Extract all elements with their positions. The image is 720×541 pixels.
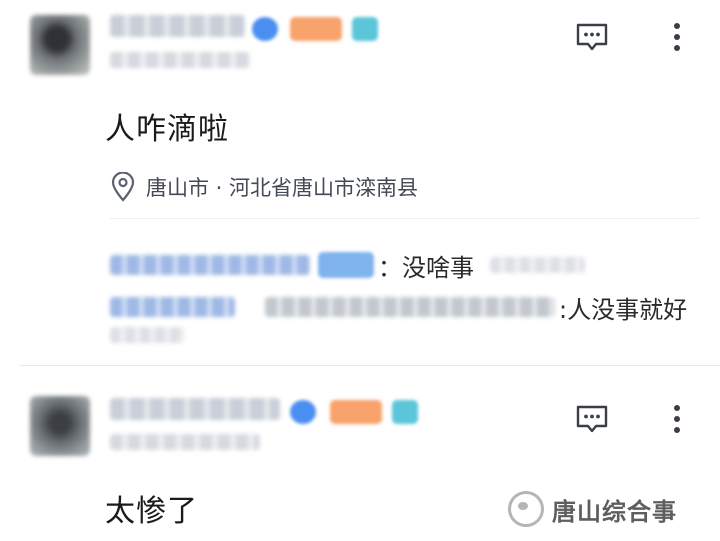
- comment-time: [490, 257, 585, 273]
- more-button[interactable]: [662, 400, 692, 438]
- verified-badge: [290, 400, 316, 424]
- avatar[interactable]: [30, 15, 90, 75]
- level-badge: [330, 400, 382, 424]
- location-pin-icon: [111, 172, 135, 202]
- verified-badge: [252, 17, 278, 41]
- comment-icon: [576, 405, 608, 433]
- location-tag[interactable]: 唐山市 · 河北省唐山市滦南县: [110, 172, 418, 202]
- comment-item[interactable]: ：没啥事: [110, 249, 585, 282]
- post-text: 太惨了: [105, 494, 198, 529]
- watermark: 唐山综合事: [508, 477, 720, 541]
- avatar[interactable]: [30, 396, 90, 456]
- comment-time: [110, 327, 185, 343]
- more-button[interactable]: [662, 18, 692, 56]
- post-time: [110, 52, 250, 68]
- more-vertical-icon: [674, 405, 680, 433]
- username[interactable]: [110, 398, 280, 420]
- username[interactable]: [110, 15, 245, 37]
- comment-item[interactable]: :人没事就好: [110, 291, 688, 324]
- wechat-logo-icon: [508, 491, 544, 527]
- comment-preview[interactable]: ：没啥事 :人没事就好: [110, 218, 700, 349]
- more-vertical-icon: [674, 23, 680, 51]
- vip-badge: [392, 400, 418, 424]
- post-time: [110, 434, 260, 450]
- comment-icon: [576, 23, 608, 51]
- comment-text: :人没事就好: [559, 295, 688, 324]
- commenter-name[interactable]: [110, 297, 235, 317]
- watermark-text: 唐山综合事: [552, 497, 677, 526]
- commenter-badge: [318, 252, 374, 278]
- comment-button[interactable]: [572, 20, 612, 54]
- comment-button[interactable]: [572, 402, 612, 436]
- comment-text: ：没啥事: [378, 253, 474, 282]
- vip-badge: [352, 17, 378, 41]
- commenter-name[interactable]: [110, 255, 310, 275]
- post-card: 人咋滴啦 唐山市 · 河北省唐山市滦南县 ：没啥事 :人没事就好: [0, 0, 720, 365]
- level-badge: [290, 17, 342, 41]
- reply-target[interactable]: [265, 297, 555, 317]
- post-text: 人咋滴啦: [105, 112, 229, 147]
- location-text: 唐山市 · 河北省唐山市滦南县: [146, 176, 419, 200]
